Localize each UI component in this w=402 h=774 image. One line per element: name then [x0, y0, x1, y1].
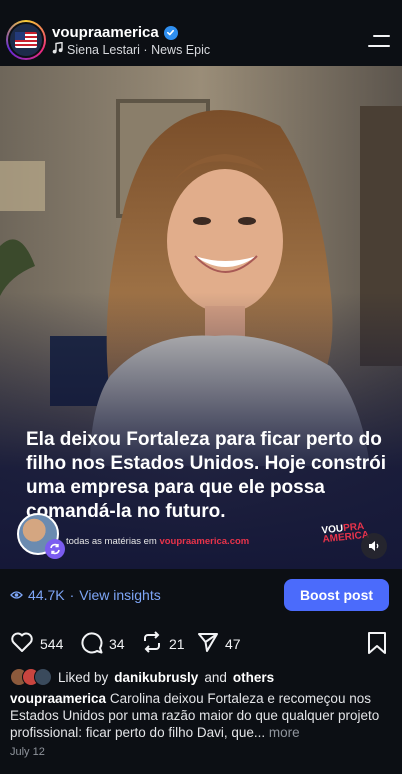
like-button[interactable]: 544 — [10, 631, 63, 656]
description-username[interactable]: voupraamerica — [10, 691, 106, 706]
music-note-icon — [52, 41, 63, 57]
repost-button[interactable]: 21 — [141, 631, 185, 656]
view-insights-link[interactable]: 44.7K · View insights — [10, 587, 161, 603]
boost-post-button[interactable]: Boost post — [284, 579, 389, 611]
media-footer-text: todas as matérias em voupraamerica.com — [66, 536, 250, 547]
liked-by-row[interactable]: Liked by danikubrusly and others — [10, 668, 274, 686]
more-link[interactable]: more — [269, 725, 300, 740]
insights-row: 44.7K · View insights Boost post — [0, 569, 402, 621]
website-link: voupraamerica.com — [159, 536, 250, 547]
verified-badge-icon — [163, 25, 178, 40]
view-insights-label: View insights — [79, 587, 161, 603]
liker-others[interactable]: others — [233, 670, 274, 685]
heart-icon — [10, 631, 34, 656]
audio-attribution[interactable]: Siena Lestari · News Epic — [52, 41, 211, 57]
repost-badge-icon — [45, 539, 65, 559]
repost-icon — [141, 631, 163, 656]
post-header: voupraamerica Siena Lestari · News Epic — [0, 0, 402, 66]
shares-count: 47 — [225, 635, 241, 652]
share-button[interactable]: 47 — [197, 631, 241, 656]
comment-button[interactable]: 34 — [80, 631, 125, 657]
profile-username[interactable]: voupraamerica — [52, 24, 159, 41]
views-count: 44.7K — [28, 587, 65, 603]
action-bar: 544 34 21 47 — [0, 628, 402, 658]
send-icon — [197, 631, 219, 656]
eye-icon — [10, 587, 23, 603]
reposts-count: 21 — [169, 635, 185, 652]
speaker-icon[interactable] — [361, 533, 387, 559]
liker-username[interactable]: danikubrusly — [114, 670, 198, 685]
post-media[interactable]: Ela deixou Fortaleza para ficar perto do… — [0, 66, 402, 569]
comments-count: 34 — [109, 636, 125, 652]
comment-icon — [80, 631, 103, 657]
profile-avatar[interactable] — [6, 20, 46, 60]
us-flag-icon — [15, 32, 37, 48]
menu-icon[interactable] — [368, 34, 390, 48]
liker-avatars — [10, 668, 52, 686]
post-date: July 12 — [10, 746, 45, 758]
post-description: voupraamerica Carolina deixou Fortaleza … — [10, 690, 395, 741]
overlay-caption: Ela deixou Fortaleza para ficar perto do… — [26, 429, 386, 522]
likes-count: 544 — [40, 635, 64, 652]
audio-label: Siena Lestari · News Epic — [67, 42, 211, 57]
bookmark-icon[interactable] — [367, 632, 387, 659]
